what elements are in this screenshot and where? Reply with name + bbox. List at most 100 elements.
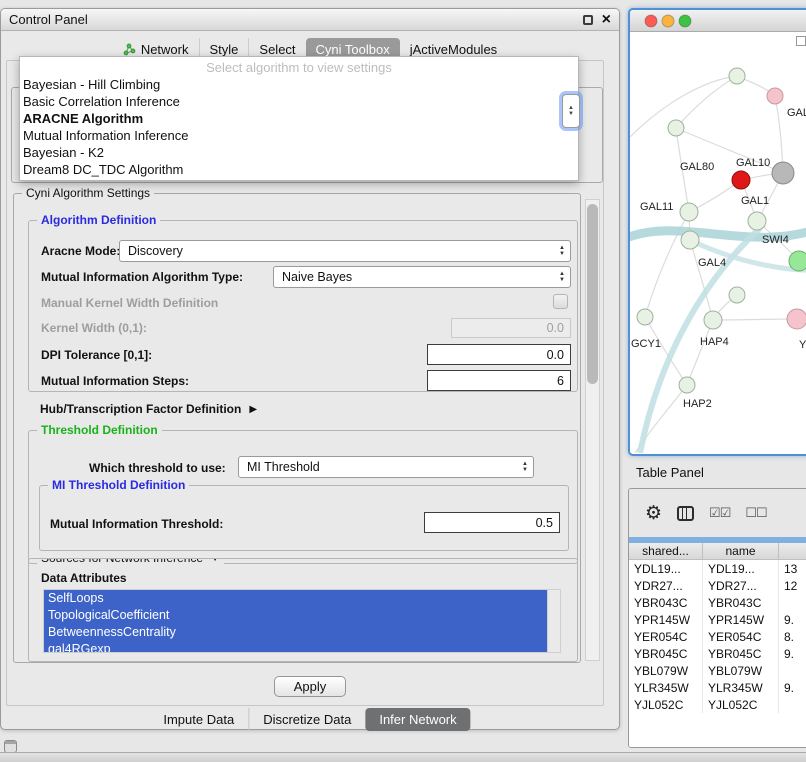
table-cell[interactable]: YLR345W: [629, 679, 703, 696]
close-icon[interactable]: ×: [602, 15, 611, 25]
table-cell[interactable]: YDL19...: [629, 560, 703, 577]
table-cell[interactable]: YBR043C: [629, 594, 703, 611]
table-panel-window: ⚙ ☑☑ ☐☐ shared... name YDL19... YDL19...…: [628, 488, 806, 748]
deselect-all-icon[interactable]: ☐☐: [745, 505, 766, 521]
tab-impute-data[interactable]: Impute Data: [149, 708, 248, 731]
float-window-icon[interactable]: [583, 15, 593, 25]
node-hap4[interactable]: [704, 311, 722, 329]
table-cell[interactable]: [779, 696, 806, 713]
table-cell[interactable]: YDR27...: [703, 577, 779, 594]
dropdown-item[interactable]: Bayesian - Hill Climbing: [20, 76, 578, 93]
table-cell[interactable]: YBR043C: [703, 594, 779, 611]
node[interactable]: [767, 88, 783, 104]
sources-group-title[interactable]: Sources for Network Inference ▼: [37, 558, 224, 565]
mi-threshold-field[interactable]: 0.5: [424, 512, 560, 533]
network-canvas[interactable]: GAL GAL80 GAL10 GAL11 GAL1 SWI4 GAL4 GCY…: [630, 32, 806, 453]
mi-threshold-label: Mutual Information Threshold:: [50, 517, 223, 531]
settings-scrollbar-track[interactable]: [585, 199, 600, 661]
aracne-mode-combo[interactable]: Discovery ▲▼: [119, 240, 571, 262]
table-cell[interactable]: YPR145W: [629, 611, 703, 628]
birdseye-toggle[interactable]: [796, 36, 806, 46]
table-cell[interactable]: 9.: [779, 611, 806, 628]
traffic-lights: [644, 14, 694, 28]
node[interactable]: [729, 68, 745, 84]
node[interactable]: [729, 287, 745, 303]
column-header[interactable]: name: [703, 543, 779, 560]
combo-value: Naive Bayes: [282, 270, 352, 284]
dropdown-item[interactable]: Basic Correlation Inference: [20, 93, 578, 110]
columns-icon[interactable]: [677, 506, 694, 521]
settings-scrollbar-thumb[interactable]: [587, 204, 598, 384]
node-gray[interactable]: [772, 162, 794, 184]
node-gal80[interactable]: [668, 120, 684, 136]
gear-icon[interactable]: ⚙: [645, 504, 662, 523]
tab-infer-network[interactable]: Infer Network: [365, 708, 470, 731]
table-cell[interactable]: YJL052C: [703, 696, 779, 713]
dropdown-item[interactable]: Dream8 DC_TDC Algorithm: [20, 161, 578, 178]
mac-minimize-button[interactable]: [662, 15, 674, 27]
dpi-tolerance-field[interactable]: 0.0: [427, 344, 571, 365]
node-label: GAL11: [640, 201, 673, 213]
node-red-gal10[interactable]: [732, 171, 750, 189]
apply-button[interactable]: Apply: [274, 676, 346, 697]
table-cell[interactable]: 12: [779, 577, 806, 594]
node-hap2[interactable]: [679, 377, 695, 393]
dpi-tolerance-label: DPI Tolerance [0,1]:: [41, 348, 152, 362]
list-item[interactable]: TopologicalCoefficient: [44, 607, 549, 624]
table-cell[interactable]: YDL19...: [703, 560, 779, 577]
dropdown-item-selected[interactable]: ARACNE Algorithm: [20, 110, 578, 127]
list-item[interactable]: SelfLoops: [44, 590, 549, 607]
column-header[interactable]: [779, 543, 806, 560]
select-all-icon[interactable]: ☑☑: [709, 505, 730, 521]
which-threshold-combo[interactable]: MI Threshold ▲▼: [238, 456, 534, 478]
table-cell[interactable]: YLR345W: [703, 679, 779, 696]
sources-group: Sources for Network Inference ▼ Data Att…: [28, 558, 578, 662]
table-cell[interactable]: YER054C: [629, 628, 703, 645]
node-pink[interactable]: [787, 309, 806, 329]
table-cell[interactable]: YBL079W: [703, 662, 779, 679]
list-scrollbar[interactable]: [547, 590, 560, 652]
threshold-definition-group: Threshold Definition Which threshold to …: [28, 430, 578, 564]
node-gal1[interactable]: [748, 212, 766, 230]
table-cell[interactable]: 9.: [779, 645, 806, 662]
tab-label: Style: [210, 42, 239, 57]
data-attributes-list: SelfLoops TopologicalCoefficient Between…: [43, 589, 561, 653]
mi-type-combo[interactable]: Naive Bayes ▲▼: [273, 266, 571, 288]
kernel-width-field[interactable]: 0.0: [451, 318, 571, 338]
mi-threshold-group: MI Threshold Definition Mutual Informati…: [39, 485, 569, 551]
node-gcy1[interactable]: [637, 309, 653, 325]
node-label: Y: [799, 339, 806, 351]
mi-steps-field[interactable]: 6: [427, 370, 571, 391]
table-cell[interactable]: YBR045C: [629, 645, 703, 662]
dropdown-item[interactable]: Mutual Information Inference: [20, 127, 578, 144]
table-cell[interactable]: YBR045C: [703, 645, 779, 662]
combo-value: MI Threshold: [247, 460, 320, 474]
table-cell[interactable]: YBL079W: [629, 662, 703, 679]
table-cell[interactable]: YJL052C: [629, 696, 703, 713]
table-cell[interactable]: 8.: [779, 628, 806, 645]
table-cell[interactable]: [779, 662, 806, 679]
table-cell[interactable]: YPR145W: [703, 611, 779, 628]
hub-definition-section[interactable]: Hub/Transcription Factor Definition ▶: [40, 402, 257, 416]
algorithm-combo-button-fragment[interactable]: ▲ ▼: [562, 94, 580, 128]
node-green[interactable]: [789, 251, 806, 271]
node-gal4[interactable]: [681, 231, 699, 249]
dropdown-item[interactable]: Bayesian - K2: [20, 144, 578, 161]
list-item[interactable]: gal4RGexp: [44, 641, 549, 653]
table-cell[interactable]: YER054C: [703, 628, 779, 645]
table-grid: shared... name YDL19... YDL19... 13 YDR2…: [629, 543, 806, 713]
table-cell[interactable]: 9.: [779, 679, 806, 696]
mac-close-button[interactable]: [645, 15, 657, 27]
manual-kernel-checkbox[interactable]: [553, 294, 568, 309]
combo-arrows-icon: ▲▼: [522, 461, 533, 473]
mi-steps-label: Mutual Information Steps:: [41, 374, 189, 388]
tab-discretize-data[interactable]: Discretize Data: [248, 708, 365, 731]
list-item[interactable]: BetweennessCentrality: [44, 624, 549, 641]
node-gal11[interactable]: [680, 203, 698, 221]
table-cell[interactable]: [779, 594, 806, 611]
mac-zoom-button[interactable]: [679, 15, 691, 27]
table-cell[interactable]: 13: [779, 560, 806, 577]
table-cell[interactable]: YDR27...: [629, 577, 703, 594]
column-header[interactable]: shared...: [629, 543, 703, 560]
mi-type-label: Mutual Information Algorithm Type:: [41, 270, 243, 284]
